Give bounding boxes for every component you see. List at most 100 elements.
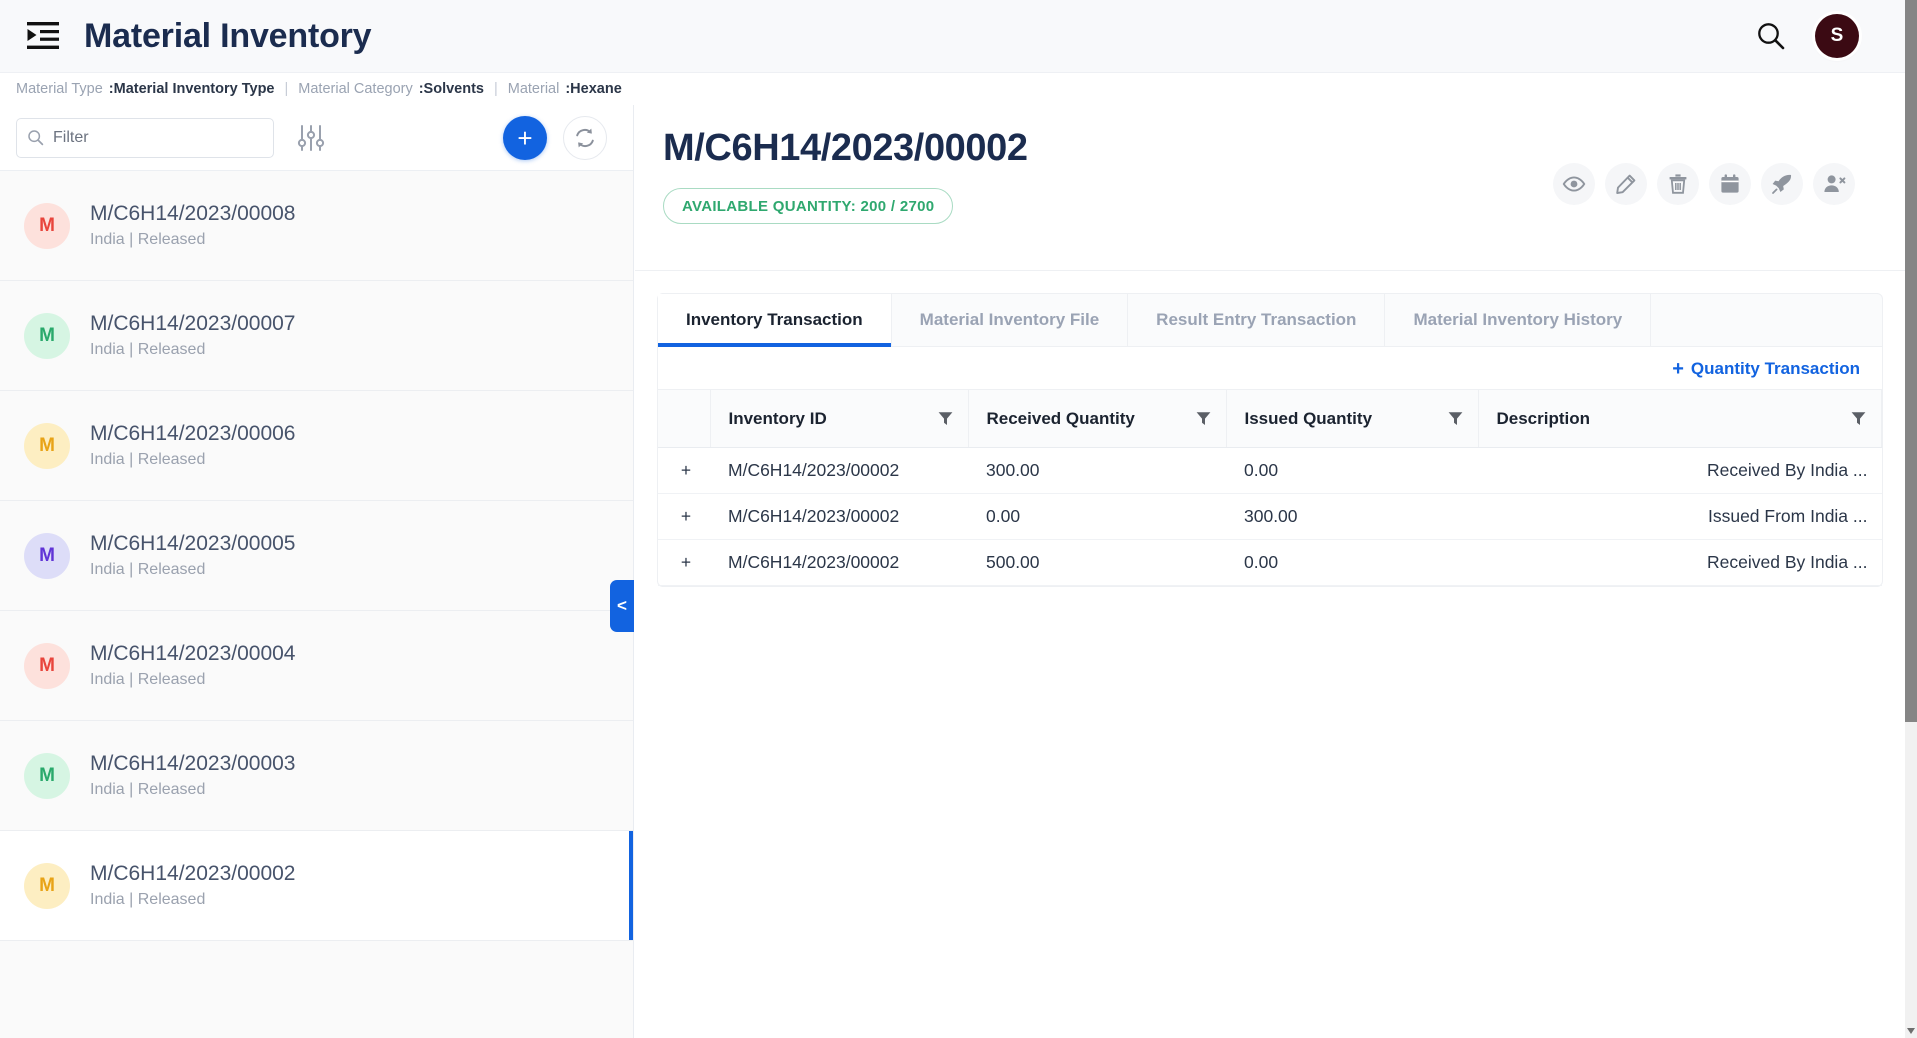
avatar-initial: M: [39, 214, 55, 236]
edit-button[interactable]: [1605, 163, 1647, 205]
search-icon: [27, 129, 44, 146]
list-item[interactable]: M M/C6H14/2023/00006 India | Released: [0, 391, 633, 501]
cell-issued-quantity: 300.00: [1226, 493, 1478, 540]
scroll-down-arrow[interactable]: [1905, 1024, 1917, 1038]
column-header-inventory-id: Inventory ID: [710, 389, 969, 448]
cell-description: Issued From India ...: [1478, 493, 1882, 540]
list-item-title: M/C6H14/2023/00005: [90, 532, 296, 555]
list-toolbar: +: [0, 105, 633, 171]
filter-input[interactable]: [53, 128, 243, 147]
list-item-subtitle: India | Released: [90, 341, 206, 358]
inventory-item-list[interactable]: M M/C6H14/2023/00008 India | Released M M/C6…: [0, 171, 633, 1038]
quantity-transaction-row: + Quantity Transaction: [658, 347, 1882, 389]
avatar-initial: M: [39, 764, 55, 786]
avatar-initial: M: [39, 434, 55, 456]
search-icon[interactable]: [1751, 16, 1791, 56]
tab-material-inventory-file[interactable]: Material Inventory File: [892, 294, 1129, 346]
list-item[interactable]: M M/C6H14/2023/00005 India | Released: [0, 501, 633, 611]
breadcrumb-value-2: :Hexane: [565, 81, 622, 97]
cell-received-quantity: 300.00: [968, 447, 1226, 494]
scrollbar-thumb[interactable]: [1905, 0, 1917, 722]
list-item-title: M/C6H14/2023/00003: [90, 752, 296, 775]
expand-row-button[interactable]: +: [658, 447, 710, 494]
list-item-subtitle: India | Released: [90, 231, 206, 248]
tab-material-inventory-history[interactable]: Material Inventory History: [1385, 294, 1652, 346]
avatar: M: [24, 312, 70, 359]
list-item-subtitle: India | Released: [90, 781, 206, 798]
funnel-icon[interactable]: [1195, 410, 1212, 427]
release-button[interactable]: [1761, 163, 1803, 205]
table-body: + M/C6H14/2023/00002 300.00 0.00 Received By…: [658, 447, 1882, 586]
list-item-subtitle: India | Released: [90, 891, 206, 908]
list-item[interactable]: M M/C6H14/2023/00007 India | Released: [0, 281, 633, 391]
cell-inventory-id: M/C6H14/2023/00002: [710, 447, 968, 494]
add-button[interactable]: +: [503, 115, 547, 160]
avatar-initial: M: [39, 874, 55, 896]
avatar-initial: M: [39, 324, 55, 346]
breadcrumb-separator: |: [284, 81, 289, 97]
expand-row-button[interactable]: +: [658, 539, 710, 586]
column-header-description: Description: [1478, 389, 1882, 448]
avatar: M: [24, 532, 70, 579]
cell-description: Received By India ...: [1478, 447, 1882, 494]
top-header-bar: Material Inventory S: [0, 0, 1905, 73]
tab-content-panel: + Quantity Transaction Inventory ID Rece…: [657, 347, 1883, 587]
cell-issued-quantity: 0.00: [1226, 447, 1478, 494]
list-item[interactable]: M M/C6H14/2023/00003 India | Released: [0, 721, 633, 831]
delete-button[interactable]: [1657, 163, 1699, 205]
cell-inventory-id: M/C6H14/2023/00002: [710, 539, 968, 586]
collapse-panel-button[interactable]: <: [610, 580, 634, 632]
detail-panel: M/C6H14/2023/00002 AVAILABLE QUANTITY: 2…: [635, 105, 1905, 1038]
list-item-subtitle: India | Released: [90, 561, 206, 578]
available-quantity-badge: AVAILABLE QUANTITY: 200 / 2700: [663, 188, 954, 224]
tabs-section: Inventory Transaction Material Inventory …: [635, 271, 1905, 587]
avatar-initial: M: [39, 544, 55, 566]
list-item-subtitle: India | Released: [90, 451, 206, 468]
breadcrumb-value-1: :Solvents: [418, 81, 484, 97]
table-row[interactable]: + M/C6H14/2023/00002 300.00 0.00 Received By…: [658, 447, 1882, 494]
avatar: M: [24, 642, 70, 689]
avatar: M: [24, 752, 70, 799]
list-item-title: M/C6H14/2023/00004: [90, 642, 296, 665]
vertical-scrollbar[interactable]: [1905, 0, 1917, 1038]
app-root: Material Inventory S Material Type :Mate…: [0, 0, 1917, 1038]
list-item[interactable]: M M/C6H14/2023/00004 India | Released: [0, 611, 633, 721]
inventory-list-panel: + M M/C6H14/2023/00008 India | Released M M/…: [0, 105, 634, 1038]
cell-received-quantity: 500.00: [968, 539, 1226, 586]
funnel-icon[interactable]: [1850, 410, 1867, 427]
add-quantity-transaction-link[interactable]: + Quantity Transaction: [1672, 359, 1860, 379]
column-label: Inventory ID: [728, 408, 827, 428]
cell-inventory-id: M/C6H14/2023/00002: [710, 493, 968, 540]
breadcrumb-label-2: Material: [507, 81, 560, 97]
header-actions: S: [1751, 14, 1859, 58]
detail-header: M/C6H14/2023/00002 AVAILABLE QUANTITY: 2…: [635, 105, 1905, 271]
funnel-icon[interactable]: [937, 410, 954, 427]
list-item[interactable]: M M/C6H14/2023/00008 India | Released: [0, 171, 633, 281]
breadcrumb-separator: |: [493, 81, 498, 97]
sliders-icon[interactable]: [294, 121, 328, 155]
list-item-subtitle: India | Released: [90, 671, 206, 688]
breadcrumb: Material Type :Material Inventory Type |…: [0, 73, 1905, 105]
inventory-transaction-table: Inventory ID Received Quantity Issued Qu…: [658, 389, 1882, 586]
indent-menu-icon[interactable]: [22, 16, 64, 56]
expand-row-button[interactable]: +: [658, 493, 710, 540]
avatar[interactable]: S: [1815, 14, 1859, 58]
column-header-issued-quantity: Issued Quantity: [1226, 389, 1479, 448]
remove-user-button[interactable]: [1813, 163, 1855, 205]
funnel-icon[interactable]: [1447, 410, 1464, 427]
tab-result-entry-transaction[interactable]: Result Entry Transaction: [1128, 294, 1386, 346]
refresh-button[interactable]: [563, 115, 607, 160]
tab-inventory-transaction[interactable]: Inventory Transaction: [658, 294, 892, 347]
filter-box[interactable]: [16, 117, 274, 158]
calendar-button[interactable]: [1709, 163, 1751, 205]
list-item-title: M/C6H14/2023/00008: [90, 202, 296, 225]
list-item[interactable]: M M/C6H14/2023/00002 India | Released: [0, 831, 633, 941]
table-row[interactable]: + M/C6H14/2023/00002 0.00 300.00 Issued From…: [658, 493, 1882, 540]
tab-bar-filler: [1651, 294, 1882, 346]
view-button[interactable]: [1553, 163, 1595, 205]
plus-icon: +: [1672, 358, 1684, 380]
list-toolbar-actions: +: [503, 115, 607, 160]
list-item-title: M/C6H14/2023/00002: [90, 862, 296, 885]
table-row[interactable]: + M/C6H14/2023/00002 500.00 0.00 Received By…: [658, 539, 1882, 586]
column-label: Description: [1496, 408, 1591, 428]
